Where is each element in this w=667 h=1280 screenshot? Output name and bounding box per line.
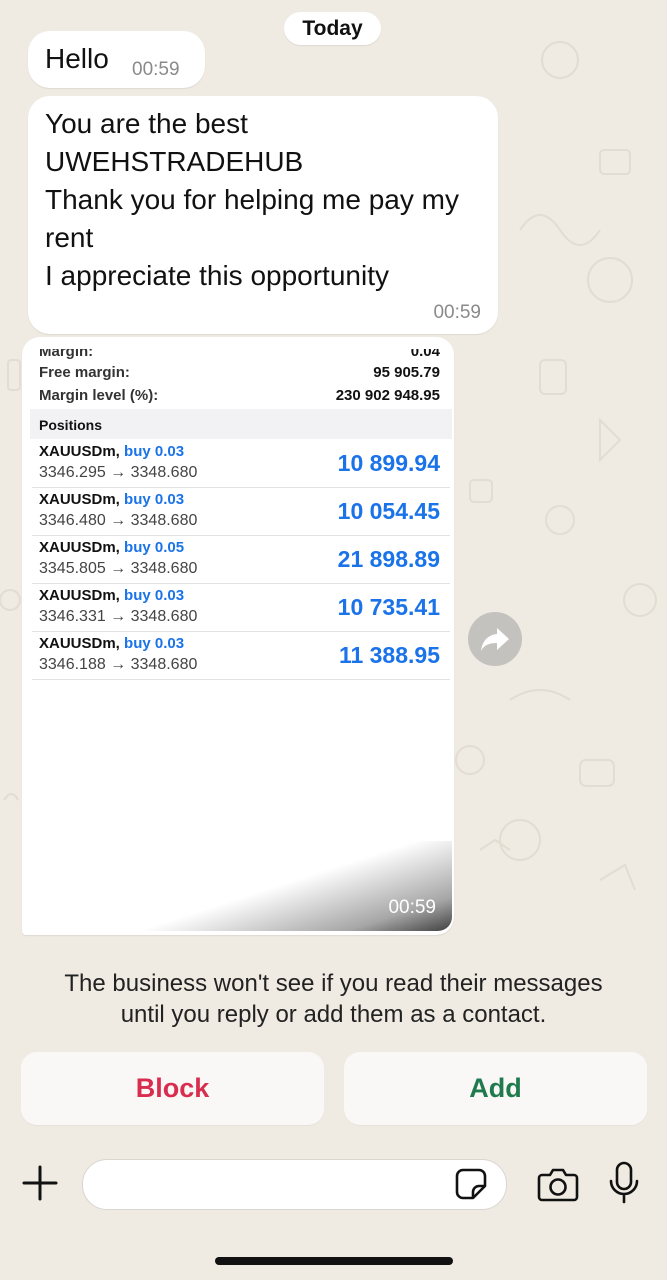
position-prices: 3346.295 → 3348.680 [39,464,198,481]
message-input[interactable] [82,1159,507,1210]
position-side: buy 0.05 [124,539,185,556]
business-notice: The business won't see if you read their… [0,968,667,1030]
position-prices: 3346.188 → 3348.680 [39,656,198,673]
position-prices: 3345.805 → 3348.680 [39,560,198,577]
position-side: buy 0.03 [124,587,185,604]
positions-header: Positions [30,409,452,439]
position-symbol: XAUUSDm, [39,587,120,604]
position-row: XAUUSDm, buy 0.03 3346.480 → 3348.680 10… [32,487,450,536]
block-button[interactable]: Block [21,1052,324,1125]
notice-line: until you reply or add them as a contact… [120,1001,547,1028]
position-side: buy 0.03 [124,443,185,460]
home-indicator [215,1257,453,1265]
notice-line: The business won't see if you read their… [64,970,603,997]
margin-label: Margin: [39,343,94,360]
trading-screenshot-image[interactable]: Margin: 0.04 Free margin: 95 905.79 Marg… [30,341,452,931]
forward-button[interactable] [468,612,522,666]
margin-value: 0.04 [410,343,440,360]
message-text-line: rent [45,222,94,253]
position-side: buy 0.03 [124,635,185,652]
plus-icon[interactable] [20,1163,60,1203]
message-text-line: I appreciate this opportunity [45,260,389,291]
message-text-line: You are the best [45,108,248,139]
message-bubble[interactable]: Hello 00:59 [28,31,205,88]
position-row: XAUUSDm, buy 0.03 3346.188 → 3348.680 11… [32,631,450,680]
position-symbol: XAUUSDm, [39,491,120,508]
position-row: XAUUSDm, buy 0.03 3346.295 → 3348.680 10… [32,439,450,488]
free-margin-label: Free margin: [39,364,130,381]
position-profit: 10 899.94 [337,450,440,476]
add-contact-button[interactable]: Add [344,1052,647,1125]
message-bubble[interactable]: You are the best UWEHSTRADEHUB Thank you… [28,96,498,334]
position-profit: 10 054.45 [337,498,440,524]
message-time: 00:59 [433,302,481,323]
margin-level-label: Margin level (%): [39,387,159,404]
position-symbol: XAUUSDm, [39,539,120,556]
positions-title: Positions [39,417,103,433]
image-message-bubble[interactable]: Margin: 0.04 Free margin: 95 905.79 Marg… [22,337,454,935]
position-row: XAUUSDm, buy 0.05 3345.805 → 3348.680 21… [32,535,450,584]
microphone-icon[interactable] [605,1161,643,1205]
message-time: 00:59 [132,59,180,80]
position-prices: 3346.480 → 3348.680 [39,512,198,529]
position-row: XAUUSDm, buy 0.03 3346.331 → 3348.680 10… [32,583,450,632]
message-text-line: Thank you for helping me pay my [45,184,459,215]
position-profit: 11 388.95 [338,642,440,668]
position-prices: 3346.331 → 3348.680 [39,608,198,625]
position-symbol: XAUUSDm, [39,443,120,460]
margin-level-value: 230 902 948.95 [335,387,440,404]
position-profit: 21 898.89 [337,546,440,572]
free-margin-value: 95 905.79 [373,364,440,381]
message-text-line: UWEHSTRADEHUB [45,146,304,177]
camera-icon[interactable] [536,1164,580,1204]
message-time: 00:59 [388,897,436,918]
date-separator: Today [284,12,381,45]
position-side: buy 0.03 [124,491,185,508]
sticker-icon[interactable] [453,1166,489,1202]
message-text: Hello [45,43,109,74]
forward-arrow-icon [481,628,509,651]
position-symbol: XAUUSDm, [39,635,120,652]
position-profit: 10 735.41 [337,594,440,620]
